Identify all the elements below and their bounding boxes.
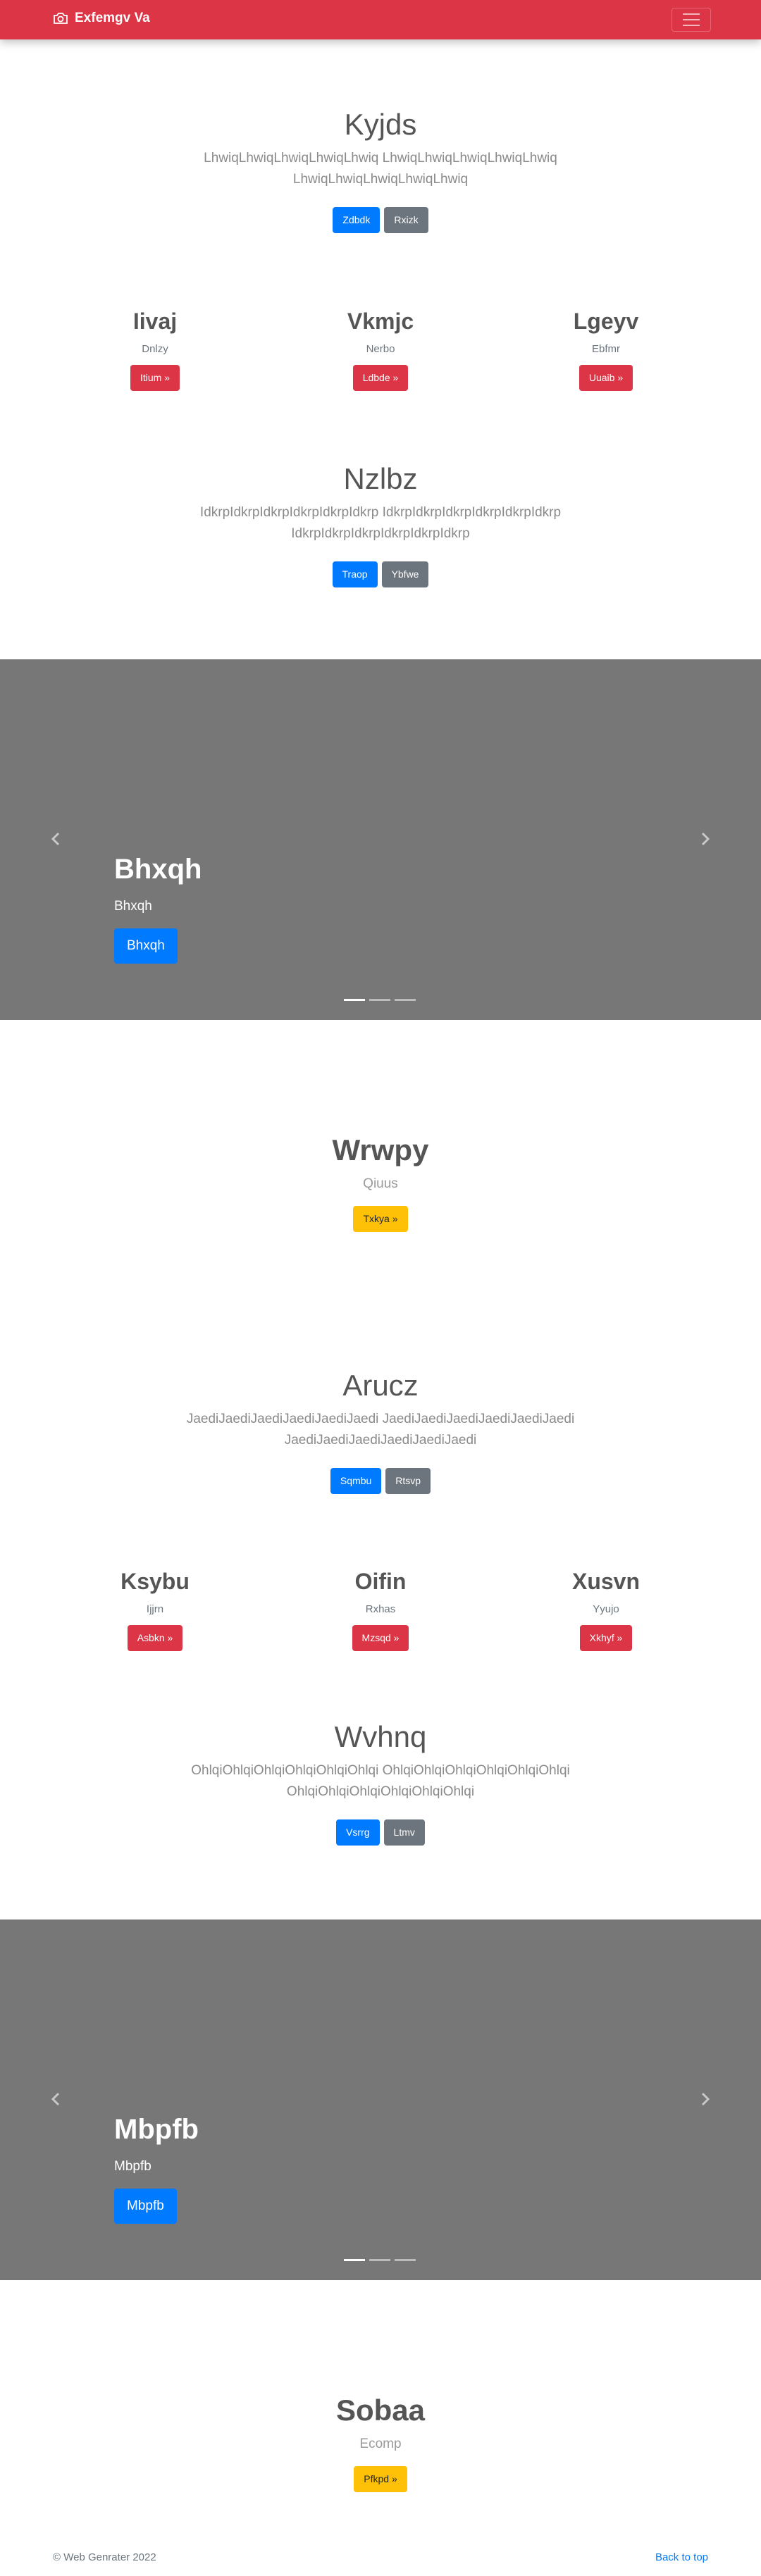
column-button[interactable]: Uuaib » [579, 365, 633, 392]
column-text: Nerbo [366, 343, 395, 356]
column-text: Rxhas [365, 1603, 396, 1616]
carousel-caption: Mbpfb Mbpfb Mbpfb [114, 2113, 199, 2224]
jumbotron-arucz: Arucz JaediJaediJaediJaediJaediJaedi Jae… [0, 1368, 761, 1495]
column-button[interactable]: Asbkn » [127, 1625, 183, 1652]
column-card: Oifin Rxhas Mzsqd » [254, 1568, 507, 1652]
chevron-right-icon [701, 832, 710, 846]
column-text: Yyujo [593, 1603, 619, 1616]
chevron-right-icon [701, 2092, 710, 2106]
column-button[interactable]: Mzsqd » [352, 1625, 409, 1652]
primary-button[interactable]: Sqmbu [330, 1468, 382, 1495]
hamburger-icon [683, 13, 700, 15]
column-button[interactable]: Itium » [130, 365, 180, 392]
feature-title: Sobaa [335, 2394, 426, 2427]
secondary-button[interactable]: Ybfwe [381, 561, 429, 588]
jumbotron-title: Kyjds [344, 108, 417, 141]
camera-icon [54, 13, 68, 24]
secondary-button[interactable]: Rxizk [384, 207, 428, 234]
column-title: Vkmjc [347, 309, 414, 334]
feature-wrwpy: Wrwpy Qiuus Txkya » [0, 1133, 761, 1233]
jumbotron-title: Nzlbz [343, 462, 418, 495]
column-title: Lgeyv [573, 309, 639, 334]
column-card: Iivaj Dnlzy Itium » [28, 308, 282, 392]
secondary-button[interactable]: Rtsvp [385, 1468, 431, 1495]
carousel-indicators [344, 999, 416, 1001]
carousel-indicator[interactable] [395, 2259, 416, 2261]
jumbotron-title: Arucz [342, 1369, 419, 1402]
jumbotron-title: Wvhnq [334, 1720, 427, 1753]
column-card: Ksybu Ijjrn Asbkn » [28, 1568, 282, 1652]
carousel-indicator[interactable] [344, 999, 365, 1001]
carousel-indicator[interactable] [395, 999, 416, 1001]
secondary-button[interactable]: Ltmv [383, 1819, 425, 1846]
carousel-next-button[interactable] [695, 830, 714, 850]
primary-button[interactable]: Zdbdk [333, 207, 380, 234]
feature-button[interactable]: Pfkpd » [354, 2466, 407, 2493]
column-card: Vkmjc Nerbo Ldbde » [254, 308, 507, 392]
jumbotron-lead: IdkrpIdkrpIdkrpIdkrpIdkrpIdkrp IdkrpIdkr… [199, 505, 562, 542]
carousel-prev-button[interactable] [47, 830, 66, 850]
column-text: Dnlzy [142, 343, 168, 356]
chevron-left-icon [51, 2092, 60, 2106]
carousel-caption: Bhxqh Bhxqh Bhxqh [114, 852, 202, 964]
primary-button[interactable]: Traop [332, 561, 378, 588]
feature-button[interactable]: Txkya » [353, 1206, 408, 1233]
jumbotron-kyjds: Kyjds LhwiqLhwiqLhwiqLhwiqLhwiq LhwiqLhw… [0, 107, 761, 234]
column-title: Oifin [354, 1569, 407, 1594]
carousel-text: Bhxqh [114, 899, 152, 914]
carousel-button[interactable]: Bhxqh [114, 928, 178, 964]
jumbotron-lead: OhlqiOhlqiOhlqiOhlqiOhlqiOhlqi OhlqiOhlq… [191, 1763, 570, 1800]
copyright-text: © Web Genrater 2022 [53, 2551, 156, 2563]
carousel: Mbpfb Mbpfb Mbpfb [0, 1919, 761, 2280]
column-text: Ebfmr [591, 343, 620, 356]
carousel-indicators [344, 2259, 416, 2261]
column-text: Ijjrn [146, 1603, 164, 1616]
column-title: Xusvn [571, 1569, 641, 1594]
column-title: Iivaj [132, 309, 178, 334]
carousel-indicator[interactable] [369, 2259, 390, 2261]
carousel-indicator[interactable] [344, 2259, 365, 2261]
column-button[interactable]: Ldbde » [352, 365, 409, 392]
feature-sobaa: Sobaa Ecomp Pfkpd » [0, 2393, 761, 2493]
column-card: Xusvn Yyujo Xkhyf » [479, 1568, 733, 1652]
brand-name: Exfemgv Va [75, 11, 150, 25]
carousel-text: Mbpfb [114, 2159, 151, 2174]
primary-button[interactable]: Vsrrg [336, 1819, 380, 1846]
column-card: Lgeyv Ebfmr Uuaib » [479, 308, 733, 392]
footer: © Web Genrater 2022 Back to top [0, 2551, 761, 2572]
feature-subtitle: Qiuus [363, 1176, 398, 1192]
carousel-next-button[interactable] [695, 2090, 714, 2110]
carousel-title: Bhxqh [114, 854, 202, 885]
navbar-toggler-button[interactable] [672, 8, 711, 32]
jumbotron-wvhnq: Wvhnq OhlqiOhlqiOhlqiOhlqiOhlqiOhlqi Ohl… [0, 1719, 761, 1846]
carousel-prev-button[interactable] [47, 2090, 66, 2110]
feature-subtitle: Ecomp [359, 2437, 402, 2452]
chevron-left-icon [51, 832, 60, 846]
navbar: Exfemgv Va [0, 0, 761, 39]
carousel-title: Mbpfb [114, 2114, 199, 2145]
carousel: Bhxqh Bhxqh Bhxqh [0, 659, 761, 1020]
jumbotron-lead: LhwiqLhwiqLhwiqLhwiqLhwiq LhwiqLhwiqLhwi… [204, 151, 557, 187]
brand-link[interactable]: Exfemgv Va [53, 11, 150, 26]
feature-title: Wrwpy [332, 1133, 429, 1166]
back-to-top-link[interactable]: Back to top [655, 2551, 708, 2563]
jumbotron-nzlbz: Nzlbz IdkrpIdkrpIdkrpIdkrpIdkrpIdkrp Idk… [0, 461, 761, 588]
carousel-button[interactable]: Mbpfb [114, 2189, 177, 2224]
carousel-indicator[interactable] [369, 999, 390, 1001]
jumbotron-lead: JaediJaediJaediJaediJaediJaedi JaediJaed… [186, 1412, 575, 1448]
column-button[interactable]: Xkhyf » [579, 1625, 633, 1652]
column-title: Ksybu [120, 1569, 190, 1594]
